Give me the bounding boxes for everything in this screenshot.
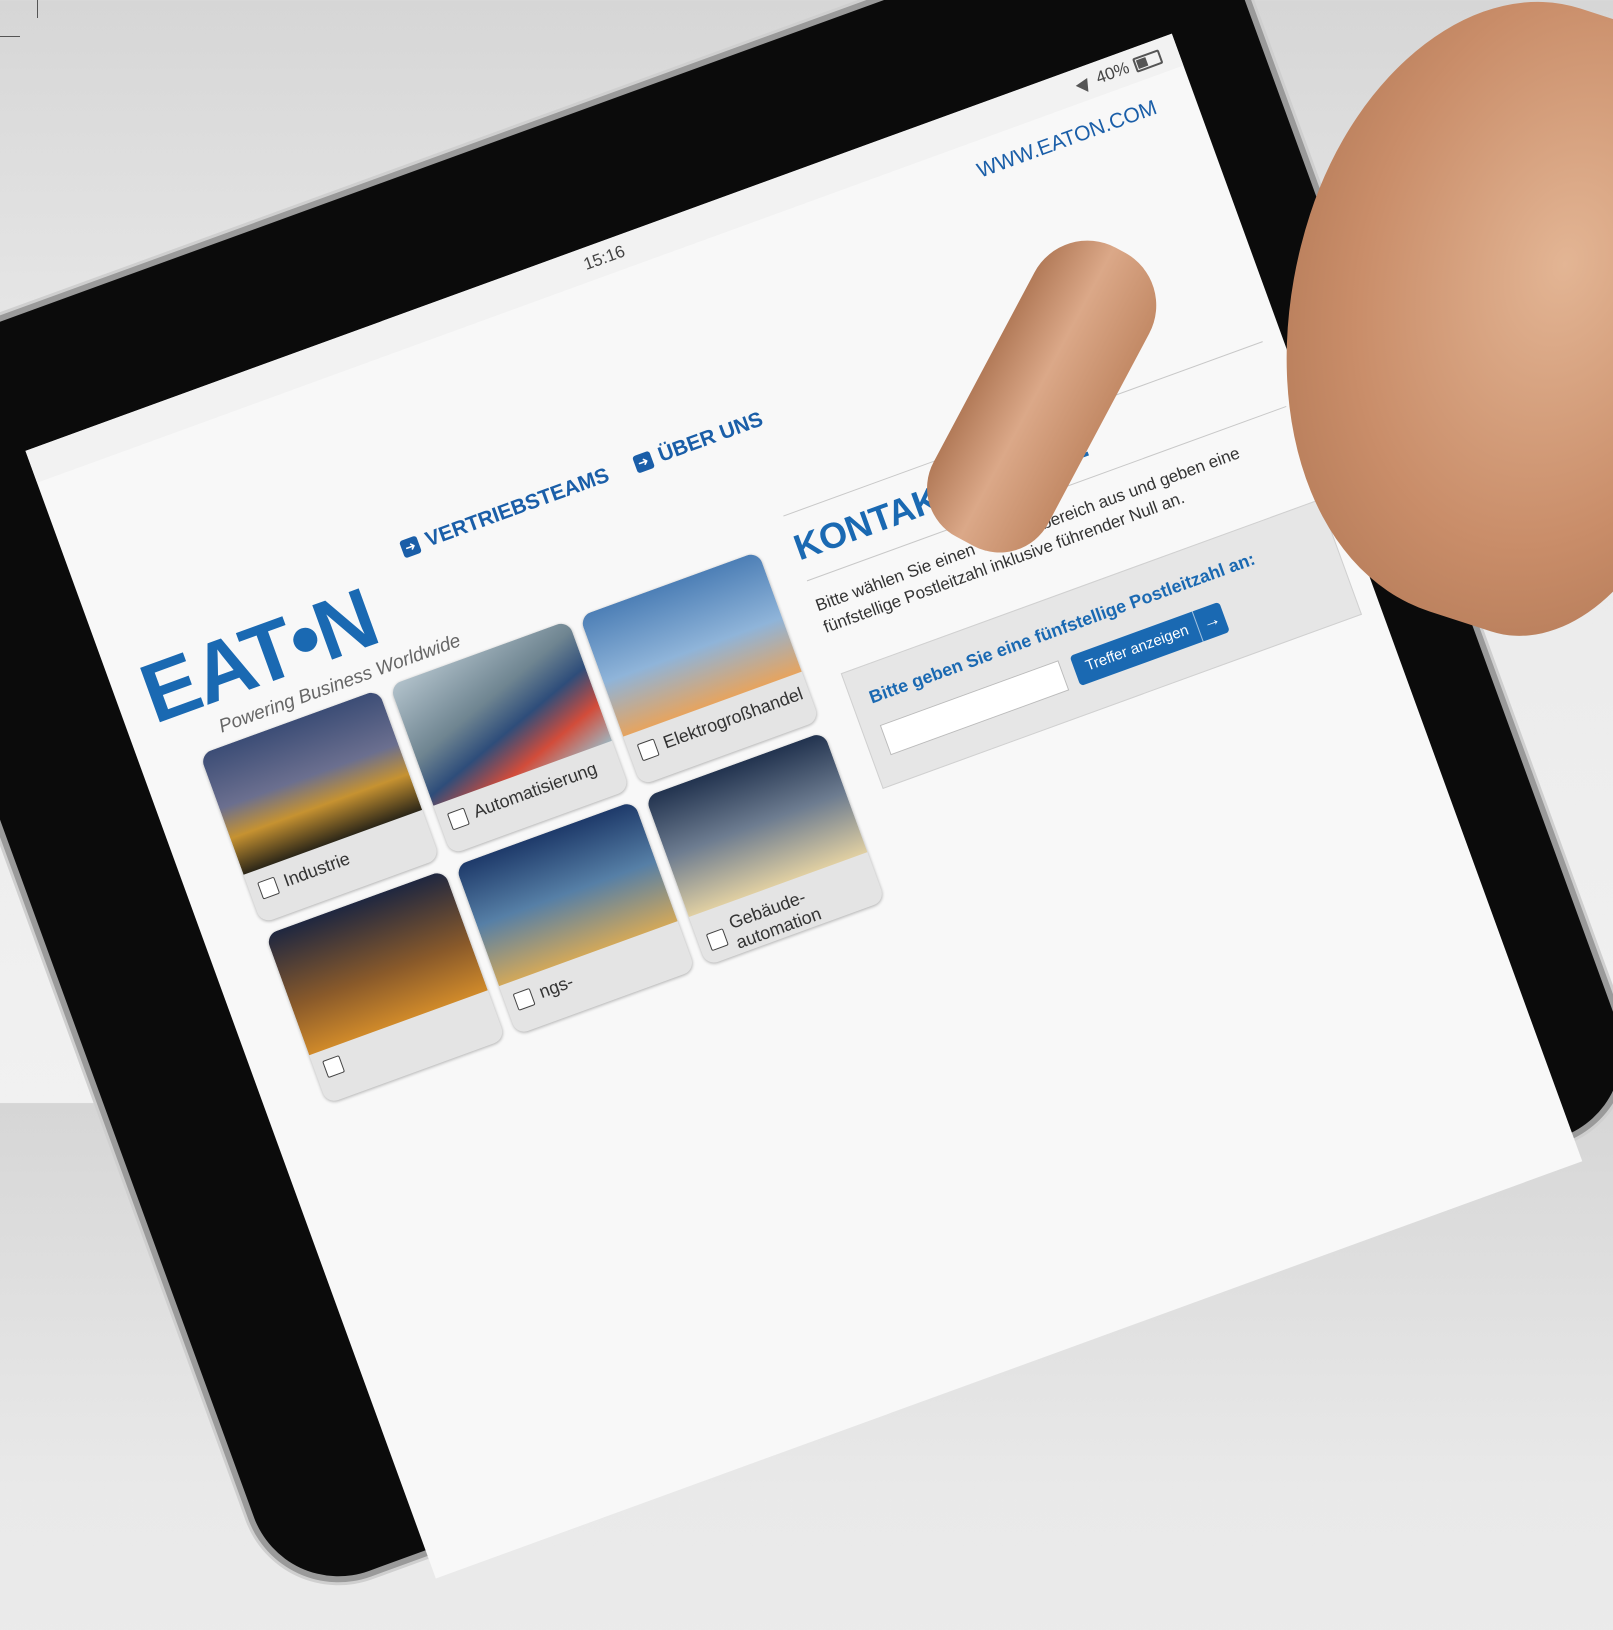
crop-mark-vertical (37, 0, 38, 18)
checkbox[interactable] (512, 987, 536, 1011)
tile-label: ngs- (536, 971, 577, 1003)
arrow-right-icon: → (1192, 601, 1231, 642)
main-nav: ➜ VERTRIEBSTEAMS ➜ ÜBER UNS (398, 408, 766, 562)
checkbox[interactable] (705, 928, 729, 952)
location-icon (1075, 75, 1094, 92)
nav-item-label: ÜBER UNS (655, 407, 767, 467)
battery-percent: 40% (1093, 57, 1132, 88)
crop-mark-horizontal (0, 36, 20, 37)
nav-item-ueber-uns[interactable]: ➜ ÜBER UNS (631, 408, 767, 477)
arrow-right-icon: ➜ (631, 450, 655, 474)
nav-item-vertriebsteams[interactable]: ➜ VERTRIEBSTEAMS (398, 464, 613, 562)
checkbox[interactable] (446, 806, 470, 831)
nav-item-label: VERTRIEBSTEAMS (422, 463, 613, 552)
zip-search-box: Bitte geben Sie eine fünfstellige Postle… (840, 498, 1362, 789)
status-indicators: 40% (1075, 46, 1165, 95)
checkbox[interactable] (322, 1055, 346, 1079)
checkbox[interactable] (256, 876, 280, 900)
arrow-right-icon: ➜ (398, 535, 423, 559)
show-results-label: Treffer anzeigen (1083, 621, 1192, 675)
battery-icon (1131, 48, 1164, 73)
checkbox[interactable] (636, 737, 660, 761)
